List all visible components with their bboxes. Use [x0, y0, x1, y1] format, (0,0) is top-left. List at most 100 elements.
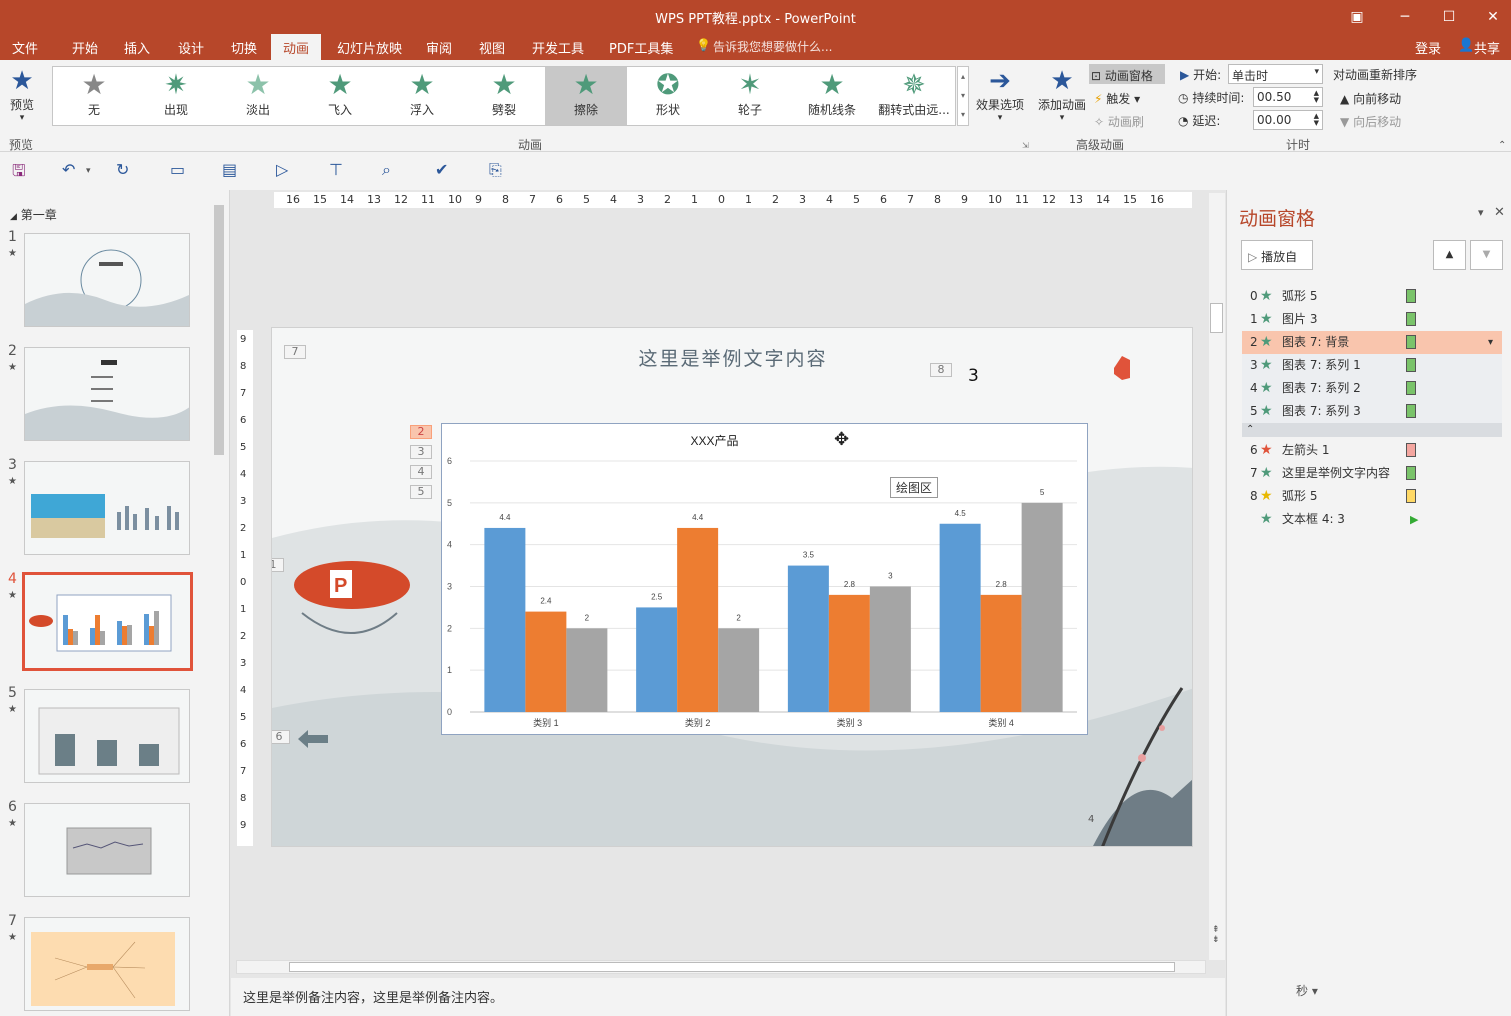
- tab-design[interactable]: 设计: [178, 38, 204, 57]
- page-nav-icons[interactable]: ⇞ ⇟: [1212, 925, 1220, 945]
- animation-item[interactable]: 3 ★ 图表 7: 系列 1: [1242, 354, 1502, 377]
- play-from-button[interactable]: ▷ 播放自: [1241, 240, 1313, 270]
- present-icon[interactable]: ⊤: [329, 160, 343, 179]
- file-link-icon[interactable]: ⎘: [489, 160, 502, 180]
- check-icon[interactable]: ✔: [435, 160, 448, 179]
- share-button[interactable]: 共享: [1474, 38, 1500, 57]
- slide-title[interactable]: 这里是举例文字内容: [272, 344, 1192, 371]
- slide-thumb-5[interactable]: [24, 689, 190, 783]
- slide-thumb-1[interactable]: [24, 233, 190, 327]
- slide-thumb-2[interactable]: [24, 347, 190, 441]
- print-preview-icon[interactable]: ⌕: [382, 160, 391, 180]
- data-label: 4.4: [499, 513, 511, 522]
- animation-item[interactable]: 5 ★ 图表 7: 系列 3: [1242, 400, 1502, 423]
- preview-button[interactable]: ★ 预览 ▾: [6, 66, 38, 123]
- section-header[interactable]: ◢ 第一章: [10, 206, 57, 223]
- move-earlier-button[interactable]: ▲ 向前移动: [1340, 90, 1401, 107]
- undo-dropdown-icon[interactable]: ▾: [86, 166, 91, 176]
- notes-pane[interactable]: 这里是举例备注内容，这里是举例备注内容。: [231, 978, 1225, 1016]
- anim-label: 无: [87, 103, 100, 117]
- animation-item[interactable]: 4 ★ 图表 7: 系列 2: [1242, 377, 1502, 400]
- item-dropdown-icon[interactable]: ▾: [1488, 331, 1493, 354]
- animation-item[interactable]: ★ 文本框 4: 3 ▶: [1242, 508, 1502, 531]
- close-icon[interactable]: ✕: [1482, 6, 1504, 28]
- anim-grow-turn[interactable]: ✵ 翻转式由远...: [873, 67, 955, 125]
- animation-item[interactable]: 7 ★ 这里是举例文字内容: [1242, 462, 1502, 485]
- new-slide-icon[interactable]: ▭: [170, 160, 185, 179]
- anim-wheel[interactable]: ✶ 轮子: [709, 67, 791, 125]
- anim-label: 擦除: [573, 103, 598, 117]
- collapse-group-bar[interactable]: ⌃: [1242, 423, 1502, 437]
- animation-painter-button[interactable]: ✧ 动画刷: [1094, 113, 1144, 130]
- tab-review[interactable]: 审阅: [426, 38, 452, 57]
- tab-transitions[interactable]: 切换: [231, 38, 257, 57]
- timing-bar: [1406, 466, 1416, 480]
- gallery-scroll[interactable]: ▴ ▾ ▾: [957, 66, 969, 126]
- pane-options-icon[interactable]: ▾: [1478, 206, 1484, 219]
- duration-input[interactable]: 00.50 ▲ ▼: [1253, 87, 1323, 107]
- animation-item[interactable]: 6 ★ 左箭头 1: [1242, 439, 1502, 462]
- add-animation-button[interactable]: ★ 添加动画 ▾: [1035, 66, 1089, 123]
- animation-item[interactable]: 2 ★ 图表 7: 背景 ▾: [1242, 331, 1502, 354]
- anim-shape[interactable]: ✪ 形状: [627, 67, 709, 125]
- layout-icon[interactable]: ▤: [222, 160, 237, 179]
- left-arrow-shape[interactable]: [298, 730, 330, 748]
- ribbon-display-icon[interactable]: ▣: [1346, 6, 1368, 28]
- chart[interactable]: XXX产品 0 1 2 3 4 5 6 类别 1 4.4 2.4 2 类别 2 2.5 4.4 2 类别 33…: [441, 423, 1088, 735]
- adv-group-label: 高级动画: [1075, 138, 1124, 152]
- animation-pane-button[interactable]: ⊡ 动画窗格: [1089, 64, 1165, 84]
- thumbs-scrollbar[interactable]: [212, 193, 226, 1013]
- animation-item[interactable]: 1 ★ 图片 3: [1242, 308, 1502, 331]
- seconds-label[interactable]: 秒 ▾: [1296, 982, 1318, 999]
- notes-text[interactable]: 这里是举例备注内容，这里是举例备注内容。: [243, 987, 503, 1006]
- tab-developer[interactable]: 开发工具: [532, 38, 584, 57]
- tab-slideshow[interactable]: 幻灯片放映: [337, 38, 402, 57]
- anim-float-in[interactable]: ★ 浮入: [381, 67, 463, 125]
- move-up-button[interactable]: ▲: [1433, 240, 1466, 270]
- move-down-button[interactable]: ▼: [1470, 240, 1503, 270]
- effect-options-button[interactable]: ➔ 效果选项 ▾: [973, 66, 1027, 123]
- item-order: 8: [1250, 489, 1258, 503]
- anim-wipe[interactable]: ★ 擦除: [545, 67, 627, 125]
- minimize-icon[interactable]: ─: [1394, 6, 1416, 28]
- save-icon[interactable]: 🖫: [12, 160, 26, 187]
- tab-file[interactable]: 文件: [12, 38, 38, 57]
- spinner-icon[interactable]: ▲ ▼: [1314, 113, 1319, 127]
- animation-item[interactable]: 8 ★ 弧形 5: [1242, 485, 1502, 508]
- anim-tag: 2: [410, 425, 432, 439]
- move-later-button[interactable]: ▼ 向后移动: [1340, 113, 1401, 130]
- pane-close-icon[interactable]: ✕: [1494, 205, 1505, 220]
- slide-thumb-4[interactable]: [22, 572, 193, 671]
- slide-thumb-3[interactable]: [24, 461, 190, 555]
- from-start-icon[interactable]: ▷: [276, 160, 288, 179]
- anim-split[interactable]: ★ 劈裂: [463, 67, 545, 125]
- anim-appear[interactable]: ✷ 出现: [135, 67, 217, 125]
- maximize-icon[interactable]: ☐: [1438, 6, 1460, 28]
- animation-item[interactable]: 0 ★ 弧形 5: [1242, 285, 1502, 308]
- tab-insert[interactable]: 插入: [124, 38, 150, 57]
- anim-random-bars[interactable]: ★ 随机线条: [791, 67, 873, 125]
- spinner-icon[interactable]: ▲ ▼: [1314, 90, 1319, 104]
- canvas-hscrollbar[interactable]: [236, 960, 1206, 974]
- anim-none[interactable]: ★ 无: [53, 67, 135, 125]
- delay-input[interactable]: 00.00 ▲ ▼: [1253, 110, 1323, 130]
- start-select[interactable]: 单击时 ▾: [1228, 64, 1323, 84]
- slide-thumb-6[interactable]: [24, 803, 190, 897]
- trigger-button[interactable]: ⚡ 触发 ▾: [1094, 90, 1140, 107]
- anim-fade[interactable]: ★ 淡出: [217, 67, 299, 125]
- tab-pdf[interactable]: PDF工具集: [609, 38, 673, 57]
- dialog-launcher-icon[interactable]: ⇲: [1022, 141, 1029, 150]
- anim-fly-in[interactable]: ★ 飞入: [299, 67, 381, 125]
- login-link[interactable]: 登录: [1415, 38, 1441, 57]
- collapse-ribbon-icon[interactable]: ⌃: [1498, 140, 1506, 151]
- tab-home[interactable]: 开始: [72, 38, 98, 57]
- tab-view[interactable]: 视图: [479, 38, 505, 57]
- canvas-vscrollbar[interactable]: [1209, 193, 1225, 960]
- undo-icon[interactable]: ↶: [62, 160, 75, 179]
- slide-thumb-7[interactable]: [24, 917, 190, 1011]
- redo-icon[interactable]: ↻: [116, 160, 129, 179]
- play-icon: ▶: [1180, 68, 1190, 82]
- tab-animations[interactable]: 动画: [271, 34, 322, 60]
- tell-me-search[interactable]: 告诉我您想要做什么...: [713, 38, 832, 55]
- textbox-number[interactable]: 3: [968, 366, 979, 386]
